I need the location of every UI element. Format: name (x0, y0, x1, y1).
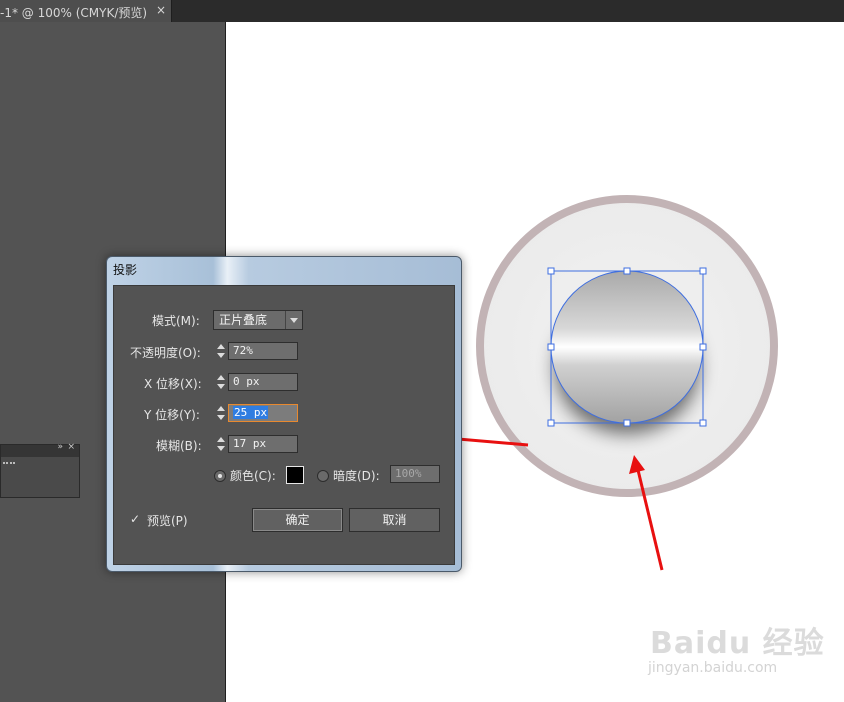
handle-top-right[interactable] (699, 267, 707, 275)
opacity-field[interactable]: 72% (228, 342, 298, 360)
blur-stepper-icon[interactable] (215, 435, 227, 453)
darkness-label: 暗度(D): (333, 469, 380, 483)
watermark-url: jingyan.baidu.com (648, 660, 778, 676)
cancel-button[interactable]: 取消 (349, 508, 440, 532)
preview-label[interactable]: 预览(P) (147, 512, 188, 529)
dialog-title: 投影 (113, 263, 138, 277)
mode-select[interactable]: 正片叠底 (213, 310, 303, 330)
x-offset-stepper-icon[interactable] (215, 373, 227, 391)
checkmark-icon[interactable]: ✓ (130, 513, 141, 525)
handle-top[interactable] (623, 267, 631, 275)
y-offset-selected-text: 25 px (233, 406, 269, 419)
darkness-field: 100% (390, 465, 440, 483)
metal-button[interactable] (551, 271, 703, 423)
opacity-label: 不透明度(O): (130, 346, 201, 360)
opacity-stepper-icon[interactable] (215, 342, 227, 360)
mode-label: 模式(M): (152, 314, 200, 328)
y-offset-label: Y 位移(Y): (144, 408, 200, 422)
color-label: 颜色(C): (230, 469, 276, 483)
blur-label: 模糊(B): (156, 439, 202, 453)
mode-select-value: 正片叠底 (219, 313, 268, 327)
blur-field[interactable]: 17 px (228, 435, 298, 453)
handle-bottom-right[interactable] (699, 419, 707, 427)
ok-button[interactable]: 确定 (252, 508, 343, 532)
shadow-color-swatch[interactable] (286, 466, 304, 484)
color-radio[interactable] (214, 470, 226, 482)
handle-bottom[interactable] (623, 419, 631, 427)
x-offset-field[interactable]: 0 px (228, 373, 298, 391)
handle-left[interactable] (547, 343, 555, 351)
handle-top-left[interactable] (547, 267, 555, 275)
dialog-body: 模式(M): 正片叠底 不透明度(O): 72% X 位移(X): 0 px Y… (113, 285, 455, 565)
y-offset-stepper-icon[interactable] (215, 404, 227, 422)
watermark-logo: Baidu 经验 (650, 626, 825, 661)
handle-bottom-left[interactable] (547, 419, 555, 427)
y-offset-field[interactable]: 25 px (228, 404, 298, 422)
handle-right[interactable] (699, 343, 707, 351)
drop-shadow-dialog[interactable]: 投影 模式(M): 正片叠底 不透明度(O): 72% X 位移(X): 0 p… (106, 256, 462, 572)
darkness-radio[interactable] (317, 470, 329, 482)
chevron-down-icon[interactable] (285, 311, 302, 329)
x-offset-label: X 位移(X): (144, 377, 202, 391)
